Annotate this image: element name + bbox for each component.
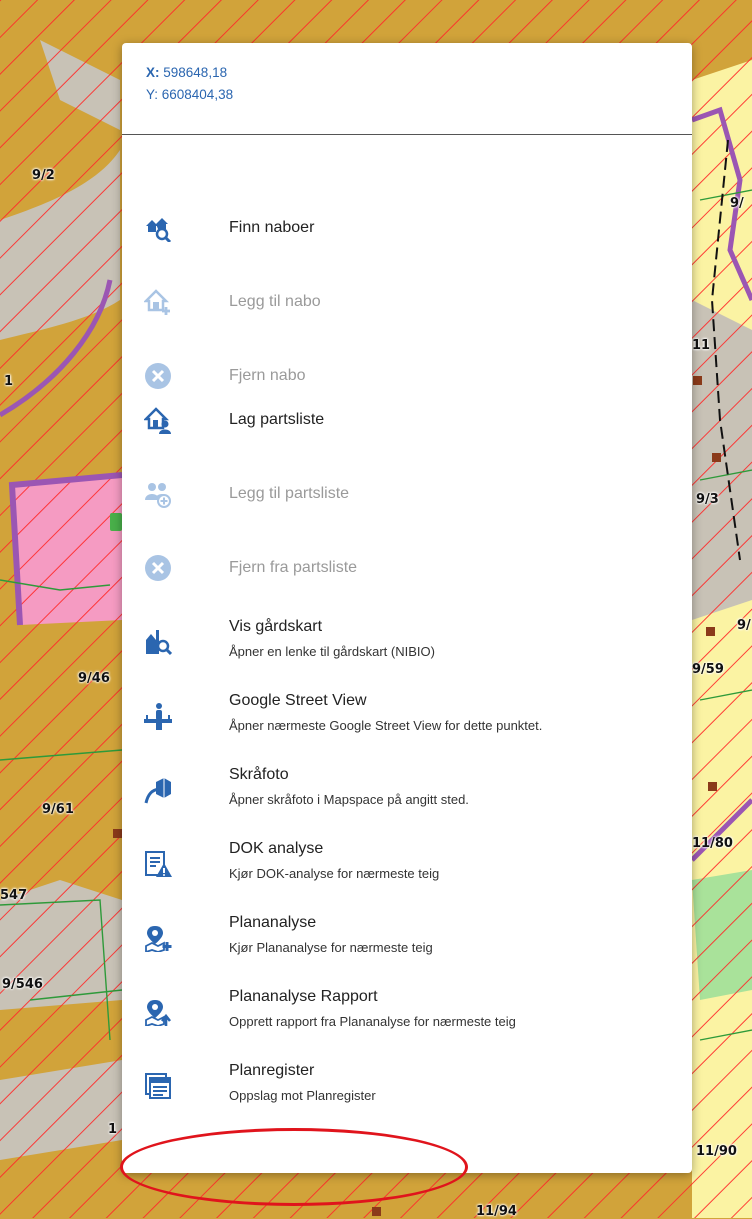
menu-item-label: Google Street View [229, 692, 367, 709]
parcel-label: 9/61 [42, 802, 74, 817]
menu-item-finn-naboer[interactable]: Finn naboer [122, 198, 692, 258]
plan-analysis-icon [145, 926, 172, 952]
menu-item-plananalyse-rapport[interactable]: Plananalyse Rapport Opprett rapport fra … [122, 982, 692, 1042]
street-view-icon [144, 703, 172, 730]
menu-item-planregister[interactable]: Planregister Oppslag mot Planregister [122, 1056, 692, 1116]
menu-item-dok-analyse[interactable]: DOK analyse Kjør DOK-analyse for nærmest… [122, 834, 692, 894]
menu-item-lag-partsliste[interactable]: Lag partsliste [122, 390, 692, 450]
y-coordinate: Y: 6608404,38 [146, 87, 234, 102]
menu-item-label: DOK analyse [229, 840, 324, 857]
x-coordinate-label: X: [146, 65, 160, 80]
menu-item-label: Lag partsliste [229, 411, 325, 428]
dok-analysis-icon [145, 851, 172, 877]
parcel-label: 9/46 [78, 671, 110, 686]
parcel-label: 9/546 [2, 977, 43, 992]
parcel-label: 9/3 [696, 492, 719, 507]
menu-item-label: Vis gårdskart [229, 618, 323, 635]
parcel-label: 9/2 [32, 168, 55, 183]
menu-item-legg-til-partsliste[interactable]: Legg til partsliste [122, 464, 692, 524]
menu-item-label: Legg til nabo [229, 293, 321, 310]
remove-icon [145, 363, 171, 389]
menu-item-label: Plananalyse Rapport [229, 988, 378, 1005]
parcel-label: 11/94 [476, 1204, 517, 1219]
menu-item-label: Legg til partsliste [229, 485, 350, 502]
menu-item-description: Oppslag mot Planregister [229, 1088, 376, 1103]
menu-item-label: Fjern nabo [229, 367, 306, 384]
menu-item-description: Kjør DOK-analyse for nærmeste teig [229, 866, 440, 881]
menu-item-label: Planregister [229, 1062, 315, 1079]
party-list-icon [144, 407, 171, 434]
oblique-photo-icon [144, 778, 171, 804]
parcel-label: 547 [0, 888, 28, 903]
farm-map-icon [146, 630, 172, 656]
plan-report-icon [145, 1000, 172, 1026]
menu-item-label: Plananalyse [229, 914, 317, 931]
find-neighbors-icon [146, 218, 172, 242]
parcel-label: 11/90 [696, 1144, 737, 1159]
add-party-icon [145, 483, 171, 508]
menu-item-description: Åpner skråfoto i Mapspace på angitt sted… [229, 792, 469, 807]
menu-item-fjern-fra-partsliste[interactable]: Fjern fra partsliste [122, 538, 692, 598]
menu-item-skrafoto[interactable]: Skråfoto Åpner skråfoto i Mapspace på an… [122, 760, 692, 820]
parcel-label: 11/80 [692, 836, 733, 851]
parcel-label: 9/ [737, 618, 751, 633]
parcel-label: 1 [108, 1122, 118, 1137]
plan-register-icon [145, 1073, 171, 1099]
menu-item-description: Kjør Plananalyse for nærmeste teig [229, 940, 433, 955]
parcel-label: 9/ [730, 196, 744, 211]
remove-icon [145, 555, 171, 581]
menu-item-description: Opprett rapport fra Plananalyse for nærm… [229, 1014, 516, 1029]
menu-item-description: Åpner en lenke til gårdskart (NIBIO) [229, 644, 435, 659]
coordinate-readout: X: 598648,18 Y: 6608404,38 [146, 62, 233, 106]
menu-item-vis-gardskart[interactable]: Vis gårdskart Åpner en lenke til gårdska… [122, 612, 692, 672]
menu-item-label: Skråfoto [229, 766, 289, 783]
menu-item-description: Åpner nærmeste Google Street View for de… [229, 718, 543, 733]
parcel-label: 11 [692, 338, 711, 353]
add-neighbor-icon [144, 289, 170, 315]
menu-item-label: Fjern fra partsliste [229, 559, 358, 576]
menu-item-google-street-view[interactable]: Google Street View Åpner nærmeste Google… [122, 686, 692, 746]
menu-item-plananalyse[interactable]: Plananalyse Kjør Plananalyse for nærmest… [122, 908, 692, 968]
menu-item-legg-til-nabo[interactable]: Legg til nabo [122, 272, 692, 332]
x-coordinate-value: 598648,18 [163, 65, 228, 80]
divider [122, 134, 692, 135]
parcel-label: 9/59 [692, 662, 724, 677]
menu-item-label: Finn naboer [229, 219, 315, 236]
context-menu: X: 598648,18 Y: 6608404,38 Finn naboer L… [122, 43, 692, 1173]
parcel-label: 1 [4, 374, 14, 389]
